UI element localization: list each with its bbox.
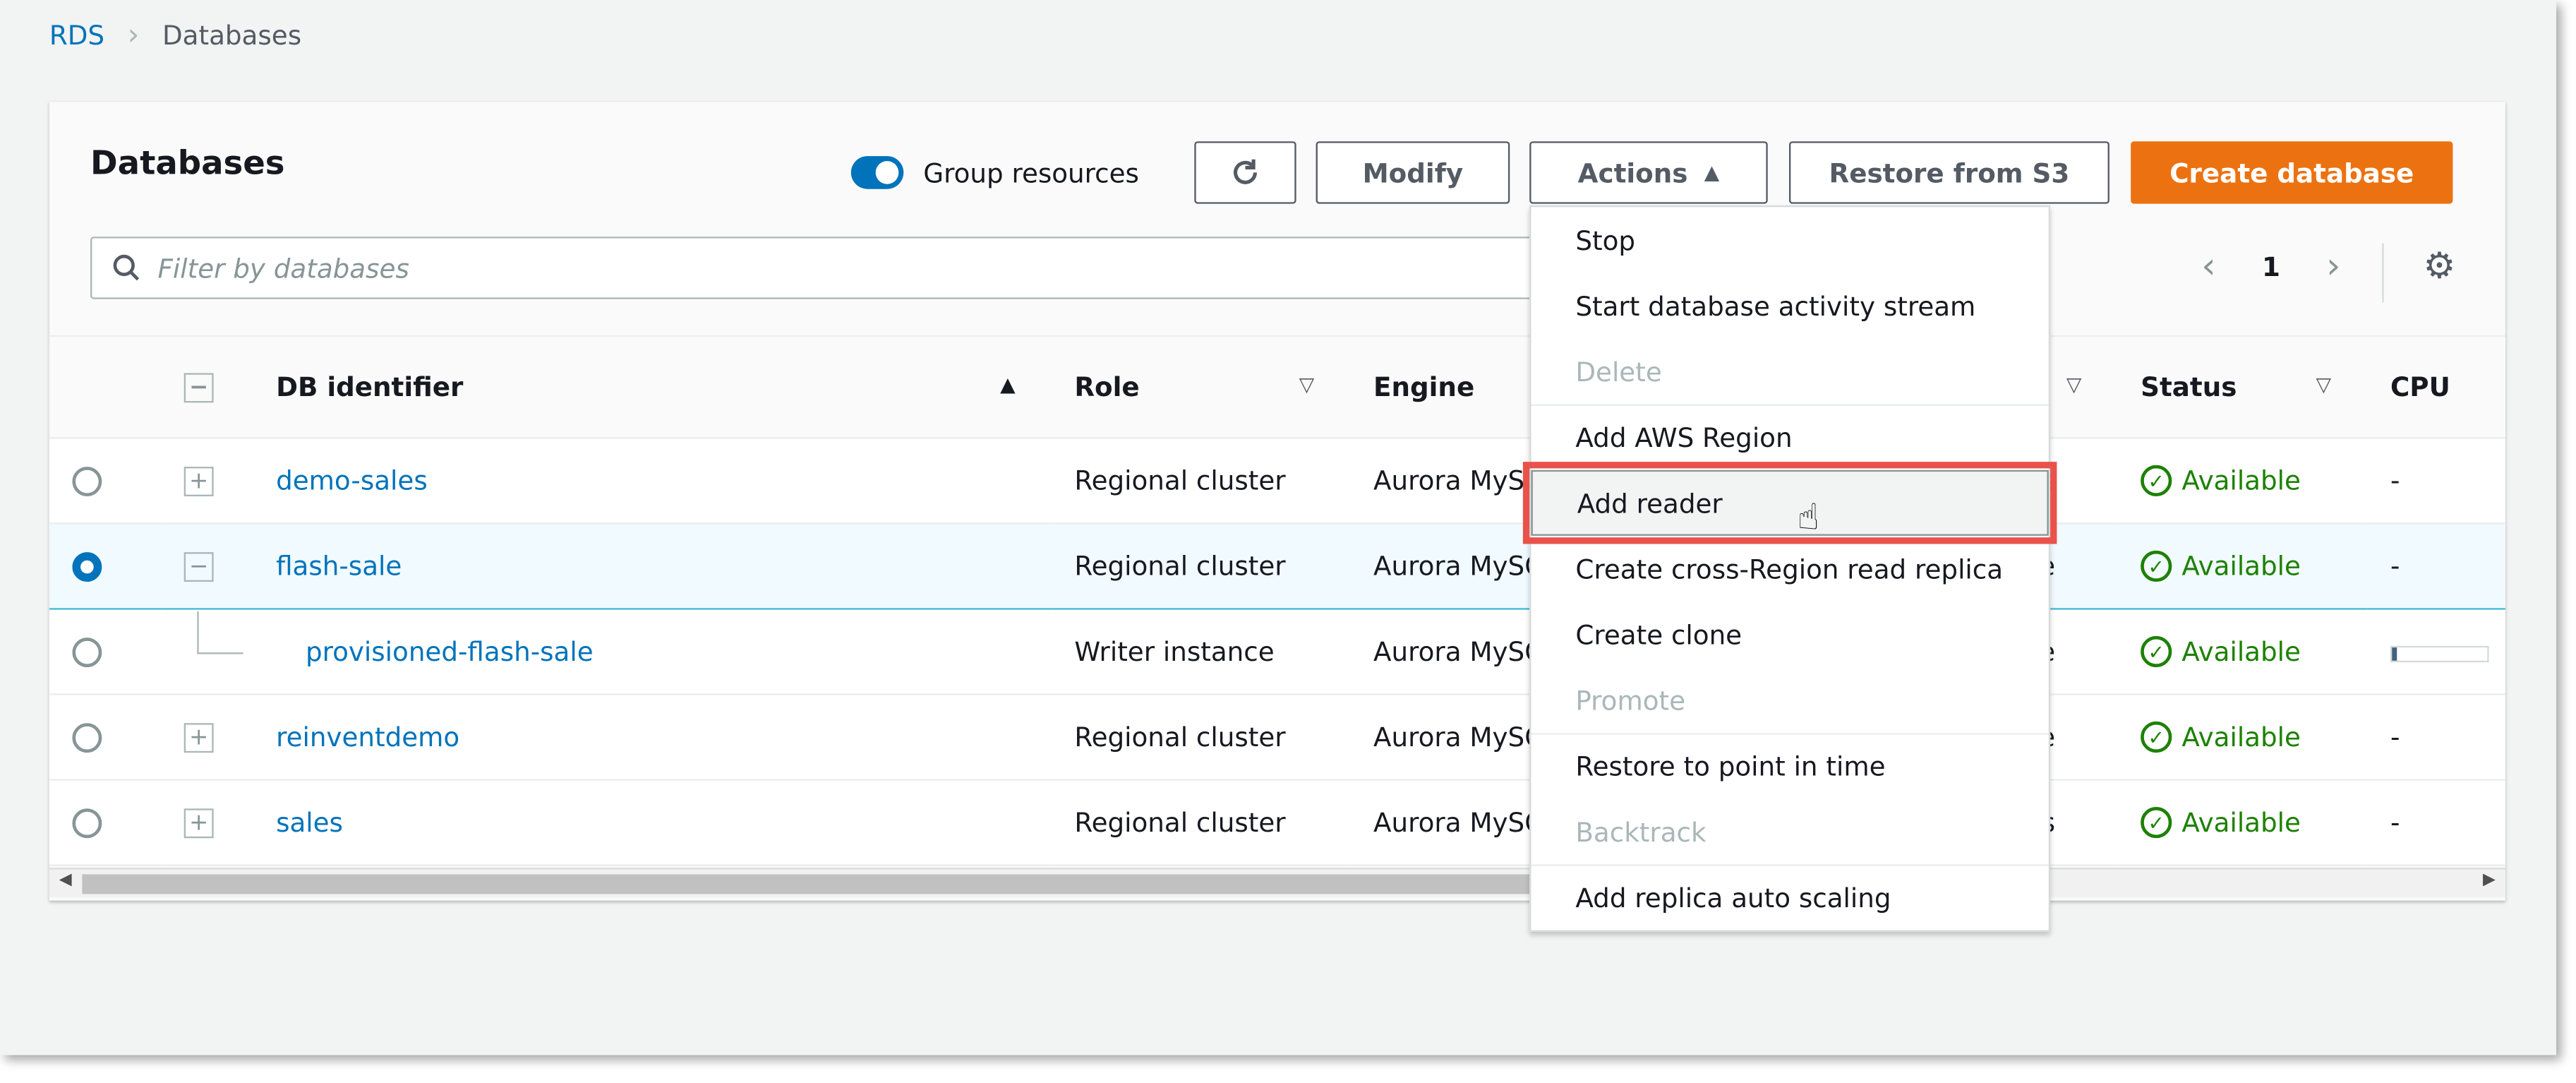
- refresh-button[interactable]: [1194, 141, 1296, 204]
- role-cell: Regional cluster: [1074, 721, 1286, 753]
- table-row[interactable]: provisioned-flash-sale Writer instance A…: [49, 609, 2505, 695]
- menu-item-add-aws-region[interactable]: Add AWS Region: [1531, 404, 2049, 470]
- collapse-icon[interactable]: −: [183, 552, 214, 582]
- row-radio[interactable]: [72, 808, 102, 839]
- caret-up-icon: ▲: [1704, 161, 1720, 184]
- expand-icon[interactable]: +: [183, 808, 214, 839]
- db-identifier-link[interactable]: sales: [276, 807, 343, 838]
- table-row[interactable]: − flash-sale Regional cluster Aurora MyS…: [49, 522, 2505, 610]
- gear-icon[interactable]: ⚙: [2424, 246, 2456, 287]
- status-badge: ✓ Available: [2141, 465, 2367, 496]
- cpu-value: -: [2390, 465, 2400, 496]
- toggle-switch[interactable]: [850, 156, 904, 189]
- db-identifier-link[interactable]: provisioned-flash-sale: [276, 636, 594, 667]
- check-circle-icon: ✓: [2141, 806, 2172, 839]
- actions-label: Actions: [1577, 157, 1688, 189]
- sort-icon: ▽: [2316, 373, 2332, 396]
- modify-button[interactable]: Modify: [1316, 141, 1510, 204]
- breadcrumb-current: Databases: [162, 19, 302, 52]
- collapse-all-icon[interactable]: −: [183, 373, 214, 403]
- cpu-value: -: [2390, 721, 2400, 753]
- menu-item-add-replica-auto-scaling[interactable]: Add replica auto scaling: [1531, 864, 2049, 930]
- role-cell: Regional cluster: [1074, 550, 1286, 582]
- chevron-right-icon: ›: [127, 18, 140, 53]
- menu-item-promote: Promote: [1575, 684, 1686, 716]
- actions-dropdown-menu: Stop Start database activity stream Delete…: [1522, 205, 2057, 932]
- pagination: ‹ 1 ›: [2201, 246, 2340, 287]
- db-identifier-link[interactable]: flash-sale: [276, 551, 402, 582]
- horizontal-scrollbar[interactable]: ◀ ▶: [49, 868, 2505, 897]
- sort-asc-icon: ▲: [1000, 373, 1016, 396]
- page-title: Databases: [90, 143, 285, 183]
- col-role[interactable]: Role ▽: [1051, 335, 1351, 439]
- divider: [2382, 243, 2384, 303]
- check-circle-icon: ✓: [2141, 721, 2172, 753]
- menu-item-create-cross-region-read-replica[interactable]: Create cross-Region read replica: [1531, 536, 2049, 602]
- scroll-right-icon[interactable]: ▶: [2483, 871, 2496, 890]
- expand-icon[interactable]: +: [183, 723, 214, 753]
- table-row[interactable]: + demo-sales Regional cluster Aurora MyS…: [49, 438, 2505, 525]
- table-row[interactable]: + reinventdemo Regional cluster Aurora M…: [49, 694, 2505, 781]
- search-icon: [113, 254, 140, 281]
- table-header: − DB identifier ▲ Role ▽ Engine ▽ Status ▽ …: [49, 335, 2505, 439]
- breadcrumb-rds[interactable]: RDS: [49, 20, 104, 51]
- scroll-left-icon[interactable]: ◀: [59, 871, 72, 890]
- cpu-bar: [2390, 645, 2489, 662]
- expand-icon[interactable]: +: [183, 467, 214, 497]
- col-cpu[interactable]: CPU: [2367, 335, 2505, 439]
- status-badge: ✓ Available: [2141, 721, 2367, 753]
- toggle-label: Group resources: [923, 157, 1139, 189]
- rds-console: RDS › Databases Databases Group resource…: [0, 0, 2557, 1055]
- row-radio[interactable]: [72, 638, 102, 668]
- scrollbar-thumb[interactable]: [82, 874, 1561, 894]
- cpu-value: -: [2390, 550, 2400, 582]
- menu-item-delete: Delete: [1575, 355, 1662, 388]
- db-identifier-link[interactable]: reinventdemo: [276, 722, 459, 753]
- group-resources-toggle[interactable]: Group resources: [850, 156, 1139, 189]
- breadcrumb: RDS › Databases: [49, 18, 301, 53]
- check-circle-icon: ✓: [2141, 550, 2172, 582]
- filter-box[interactable]: [90, 237, 1570, 299]
- sort-icon: ▽: [2066, 373, 2082, 396]
- menu-item-start-database-activity-stream[interactable]: Start database activity stream: [1531, 273, 2049, 338]
- hand-cursor-icon: ☝: [1797, 498, 1819, 539]
- refresh-icon: [1234, 159, 1257, 184]
- col-db-identifier[interactable]: DB identifier ▲: [253, 335, 1052, 439]
- db-identifier-link[interactable]: demo-sales: [276, 465, 428, 496]
- role-cell: Writer instance: [1074, 635, 1275, 668]
- role-cell: Regional cluster: [1074, 465, 1286, 496]
- row-radio[interactable]: [72, 467, 102, 497]
- status-badge: ✓ Available: [2141, 550, 2367, 582]
- check-circle-icon: ✓: [2141, 465, 2172, 496]
- databases-panel: Databases Group resources Modify Actions…: [49, 102, 2505, 901]
- cpu-value: -: [2390, 806, 2400, 839]
- filter-input[interactable]: [157, 252, 1472, 284]
- role-cell: Regional cluster: [1074, 806, 1286, 839]
- col-status[interactable]: Status ▽: [2117, 335, 2368, 439]
- sort-icon: ▽: [1299, 373, 1315, 396]
- row-radio[interactable]: [72, 552, 102, 582]
- menu-item-add-reader[interactable]: Add reader: [1522, 462, 2057, 544]
- databases-table: − DB identifier ▲ Role ▽ Engine ▽ Status ▽ …: [49, 335, 2505, 866]
- tree-connector: [197, 610, 243, 654]
- menu-item-create-clone[interactable]: Create clone: [1531, 602, 2049, 667]
- table-row[interactable]: + sales Regional cluster Aurora MySQL es…: [49, 779, 2505, 866]
- create-database-button[interactable]: Create database: [2131, 141, 2453, 204]
- prev-page-icon[interactable]: ‹: [2201, 246, 2216, 287]
- row-radio[interactable]: [72, 723, 102, 753]
- status-badge: ✓ Available: [2141, 635, 2367, 668]
- check-circle-icon: ✓: [2141, 635, 2172, 668]
- restore-from-s3-button[interactable]: Restore from S3: [1788, 141, 2109, 204]
- menu-item-stop[interactable]: Stop: [1531, 207, 2049, 273]
- menu-item-restore-to-point-in-time[interactable]: Restore to point in time: [1531, 733, 2049, 798]
- status-badge: ✓ Available: [2141, 806, 2367, 839]
- current-page[interactable]: 1: [2262, 251, 2280, 282]
- menu-item-backtrack: Backtrack: [1575, 815, 1707, 847]
- next-page-icon[interactable]: ›: [2326, 246, 2341, 287]
- actions-button[interactable]: Actions ▲: [1529, 141, 1768, 204]
